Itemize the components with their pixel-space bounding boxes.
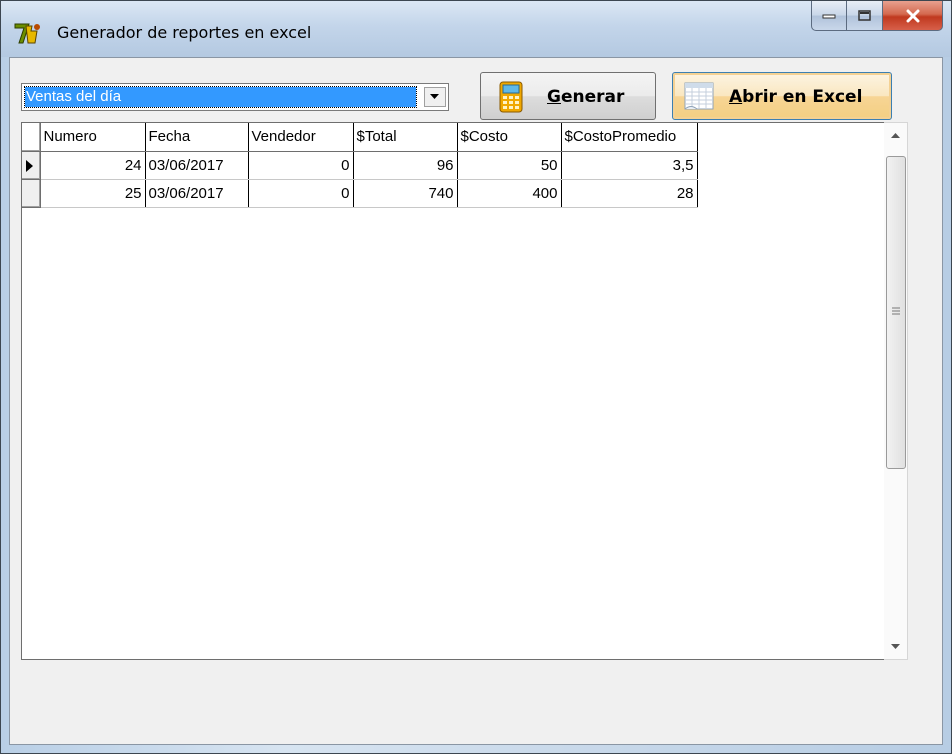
window-title: Generador de reportes en excel [57, 23, 312, 42]
cell-total[interactable]: 740 [353, 179, 458, 208]
row-indicator[interactable] [22, 179, 41, 208]
column-header-fecha[interactable]: Fecha [145, 123, 249, 152]
dropdown-arrow-button[interactable] [424, 87, 446, 107]
chevron-down-icon [430, 94, 439, 99]
cell-costo-promedio[interactable]: 3,5 [561, 151, 698, 180]
cell-fecha[interactable]: 03/06/2017 [145, 179, 249, 208]
app-window: Generador de reportes en excel Ventas de… [0, 0, 952, 754]
maximize-icon [857, 9, 871, 21]
maximize-button[interactable] [847, 1, 883, 31]
column-header-costo-promedio[interactable]: $CostoPromedio [561, 123, 698, 152]
column-header-total[interactable]: $Total [353, 123, 458, 152]
cell-numero[interactable]: 24 [40, 151, 146, 180]
current-row-arrow-icon [26, 159, 33, 172]
cell-costo-promedio[interactable]: 28 [561, 179, 698, 208]
report-data-grid[interactable]: Numero Fecha Vendedor $Total $Costo $Cos… [21, 122, 895, 660]
open-in-excel-button[interactable]: Abrir en Excel [672, 72, 892, 120]
table-header-row: Numero Fecha Vendedor $Total $Costo $Cos… [22, 123, 698, 152]
title-bar[interactable]: Generador de reportes en excel [1, 1, 951, 57]
vertical-scrollbar[interactable] [884, 122, 908, 660]
close-icon [906, 9, 919, 22]
cell-costo[interactable]: 50 [457, 151, 562, 180]
report-table: Numero Fecha Vendedor $Total $Costo $Cos… [22, 123, 698, 208]
client-area: Ventas del día Generar Abrir en Excel Nu… [9, 57, 943, 745]
scroll-up-arrow-icon[interactable] [891, 133, 900, 138]
row-indicator-header [22, 123, 41, 152]
report-type-selected: Ventas del día [24, 86, 417, 108]
cell-vendedor[interactable]: 0 [248, 151, 354, 180]
scrollbar-thumb[interactable] [886, 156, 906, 469]
cell-costo[interactable]: 400 [457, 179, 562, 208]
minimize-button[interactable] [811, 1, 847, 31]
cell-total[interactable]: 96 [353, 151, 458, 180]
calculator-icon [499, 81, 523, 118]
scroll-down-arrow-icon[interactable] [891, 644, 900, 649]
open-in-excel-label: Abrir en Excel [729, 87, 863, 107]
table-row[interactable]: 25 03/06/2017 0 740 400 28 [22, 179, 698, 208]
close-button[interactable] [883, 1, 943, 31]
spreadsheet-icon [683, 79, 717, 118]
report-type-dropdown[interactable]: Ventas del día [21, 83, 449, 111]
generate-button[interactable]: Generar [480, 72, 656, 120]
row-indicator-current[interactable] [22, 151, 41, 180]
grip-icon [892, 307, 900, 315]
table-row[interactable]: 24 03/06/2017 0 96 50 3,5 [22, 151, 698, 180]
cell-vendedor[interactable]: 0 [248, 179, 354, 208]
generate-button-label: Generar [547, 87, 625, 107]
column-header-numero[interactable]: Numero [40, 123, 146, 152]
column-header-vendedor[interactable]: Vendedor [248, 123, 354, 152]
cell-numero[interactable]: 25 [40, 179, 146, 208]
app-logo-icon [13, 21, 43, 45]
window-controls [811, 1, 943, 33]
column-header-costo[interactable]: $Costo [457, 123, 562, 152]
cell-fecha[interactable]: 03/06/2017 [145, 151, 249, 180]
minimize-icon [822, 14, 836, 18]
